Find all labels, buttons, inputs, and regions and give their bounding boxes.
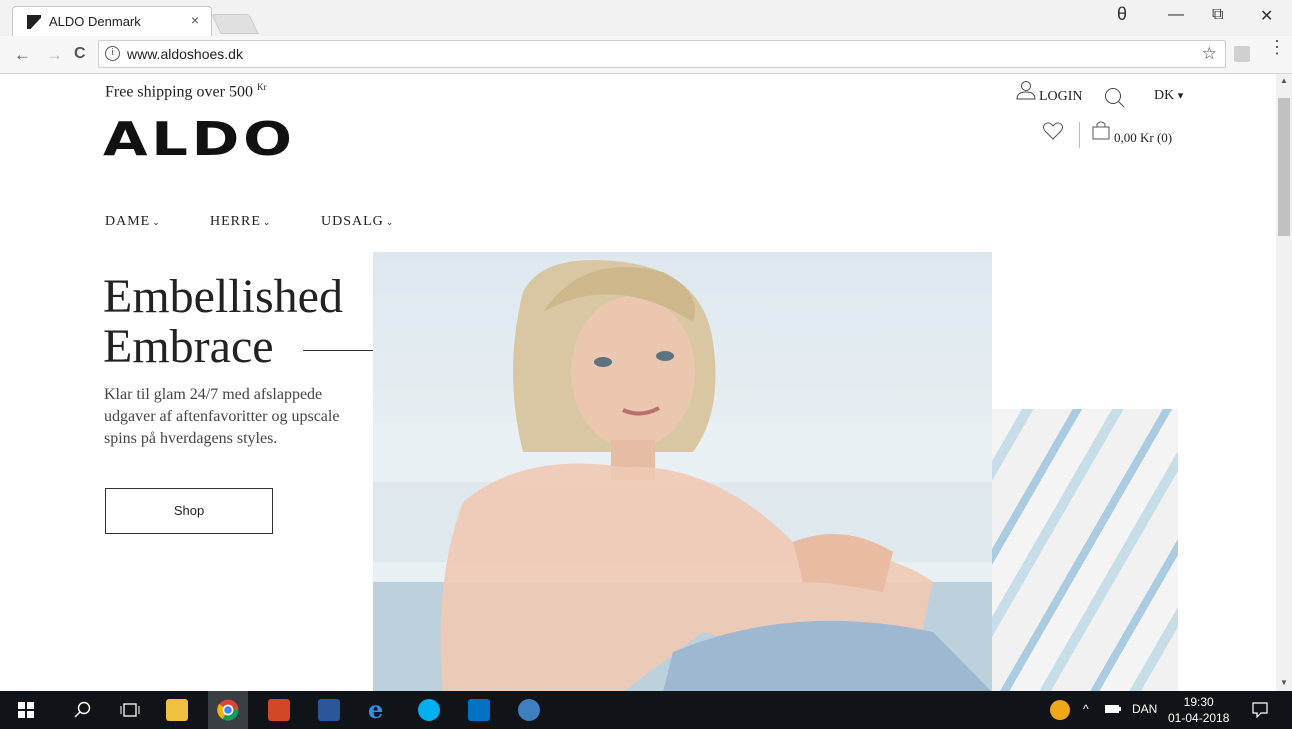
skype-icon[interactable]: [418, 699, 440, 721]
promo-currency: Kr: [256, 82, 267, 92]
url-text[interactable]: www.aldoshoes.dk: [127, 46, 243, 62]
powerpoint-icon[interactable]: [268, 699, 290, 721]
hero-title-line-1: Embellished: [103, 270, 343, 323]
tab-close-icon[interactable]: ×: [191, 12, 199, 28]
chevron-down-icon: ⌄: [262, 217, 272, 227]
clock-date: 01-04-2018: [1168, 711, 1230, 725]
page-scrollbar[interactable]: ▲ ▼: [1276, 74, 1292, 691]
word-icon[interactable]: [318, 699, 340, 721]
windows-start-icon[interactable]: [18, 702, 34, 718]
profile-icon[interactable]: θ: [1117, 4, 1127, 25]
scroll-down-icon[interactable]: ▼: [1280, 678, 1288, 687]
tab-strip: ALDO Denmark × θ — ⧉ ✕: [0, 0, 1292, 36]
outlook-icon[interactable]: [468, 699, 490, 721]
cart-summary[interactable]: 0,00 Kr (0): [1114, 130, 1172, 146]
reload-icon[interactable]: C: [74, 45, 86, 63]
header-divider: [1079, 122, 1080, 148]
hero-title-line-2: Embrace: [103, 320, 274, 373]
chrome-icon[interactable]: [217, 699, 239, 721]
language-indicator[interactable]: DAN: [1132, 702, 1157, 716]
tray-chevron-icon[interactable]: ^: [1083, 702, 1089, 716]
close-window-icon[interactable]: ✕: [1260, 6, 1273, 26]
nav-item-udsalg[interactable]: UDSALG ⌄: [321, 214, 394, 230]
country-code: DK: [1154, 88, 1175, 103]
help-alert-icon[interactable]: [1050, 700, 1070, 720]
login-link[interactable]: LOGIN: [1039, 89, 1083, 105]
scroll-thumb[interactable]: [1278, 98, 1290, 236]
nav-label: DAME: [105, 214, 151, 229]
browser-tab[interactable]: ALDO Denmark ×: [12, 6, 212, 36]
browser-menu-icon[interactable]: ⋮: [1268, 38, 1286, 56]
wishlist-heart-icon[interactable]: [1042, 120, 1064, 142]
clock-time: 19:30: [1183, 695, 1214, 709]
notifications-icon[interactable]: [1252, 702, 1268, 718]
nav-label: HERRE: [210, 214, 261, 229]
promo-text: Free shipping over 500: [105, 83, 253, 101]
minimize-icon[interactable]: —: [1168, 6, 1184, 24]
forward-icon[interactable]: →: [46, 45, 63, 65]
new-tab-button[interactable]: [211, 14, 259, 34]
bookmark-star-icon[interactable]: ☆: [1202, 44, 1217, 64]
site-info-icon[interactable]: i: [105, 46, 120, 61]
free-shipping-banner: Free shipping over 500 Kr: [105, 82, 266, 101]
chevron-down-icon: ⌄: [385, 217, 395, 227]
scroll-up-icon[interactable]: ▲: [1280, 76, 1288, 85]
battery-icon[interactable]: [1104, 703, 1122, 715]
restore-icon[interactable]: ⧉: [1212, 6, 1223, 24]
globe-app-icon[interactable]: [518, 699, 540, 721]
country-chevron-icon: ▾: [1177, 90, 1184, 102]
nav-label: UDSALG: [321, 214, 384, 229]
user-icon[interactable]: [1016, 80, 1036, 100]
chevron-down-icon: ⌄: [152, 217, 161, 227]
extension-icon[interactable]: [1234, 46, 1250, 62]
browser-toolbar: ← → C i www.aldoshoes.dk ☆ ⋮: [0, 36, 1292, 74]
country-selector[interactable]: DK ▾: [1154, 88, 1183, 104]
hero-model-illustration: [373, 260, 992, 691]
nav-item-herre[interactable]: HERRE ⌄: [210, 214, 271, 230]
internet-explorer-icon[interactable]: e: [368, 695, 390, 724]
nav-item-dame[interactable]: DAME ⌄: [105, 214, 161, 230]
aldo-favicon-icon: [27, 15, 41, 29]
hero-description: Klar til glam 24/7 med afslappede udgave…: [104, 386, 340, 447]
back-icon[interactable]: ←: [14, 45, 31, 65]
aldo-logo[interactable]: ALDO: [103, 112, 296, 166]
web-page: Free shipping over 500 Kr ALDO LOGIN DK …: [0, 74, 1276, 691]
system-clock[interactable]: 19:30 01-04-2018: [1168, 694, 1229, 726]
address-bar[interactable]: i www.aldoshoes.dk ☆: [98, 40, 1226, 68]
search-icon[interactable]: [1103, 86, 1125, 108]
search-icon[interactable]: [74, 701, 92, 719]
tab-title: ALDO Denmark: [49, 14, 141, 29]
glitter-shoe-detail-image[interactable]: [992, 409, 1178, 691]
task-view-icon[interactable]: [120, 702, 140, 718]
shopping-bag-icon[interactable]: [1092, 120, 1110, 140]
shop-button[interactable]: Shop: [105, 488, 273, 534]
file-explorer-icon[interactable]: [166, 699, 188, 721]
windows-taskbar: e ^ DAN 19:30 01-04-2018: [0, 691, 1292, 729]
hero-title: Embellished Embrace: [103, 272, 343, 372]
hero-model-image[interactable]: [373, 252, 992, 691]
